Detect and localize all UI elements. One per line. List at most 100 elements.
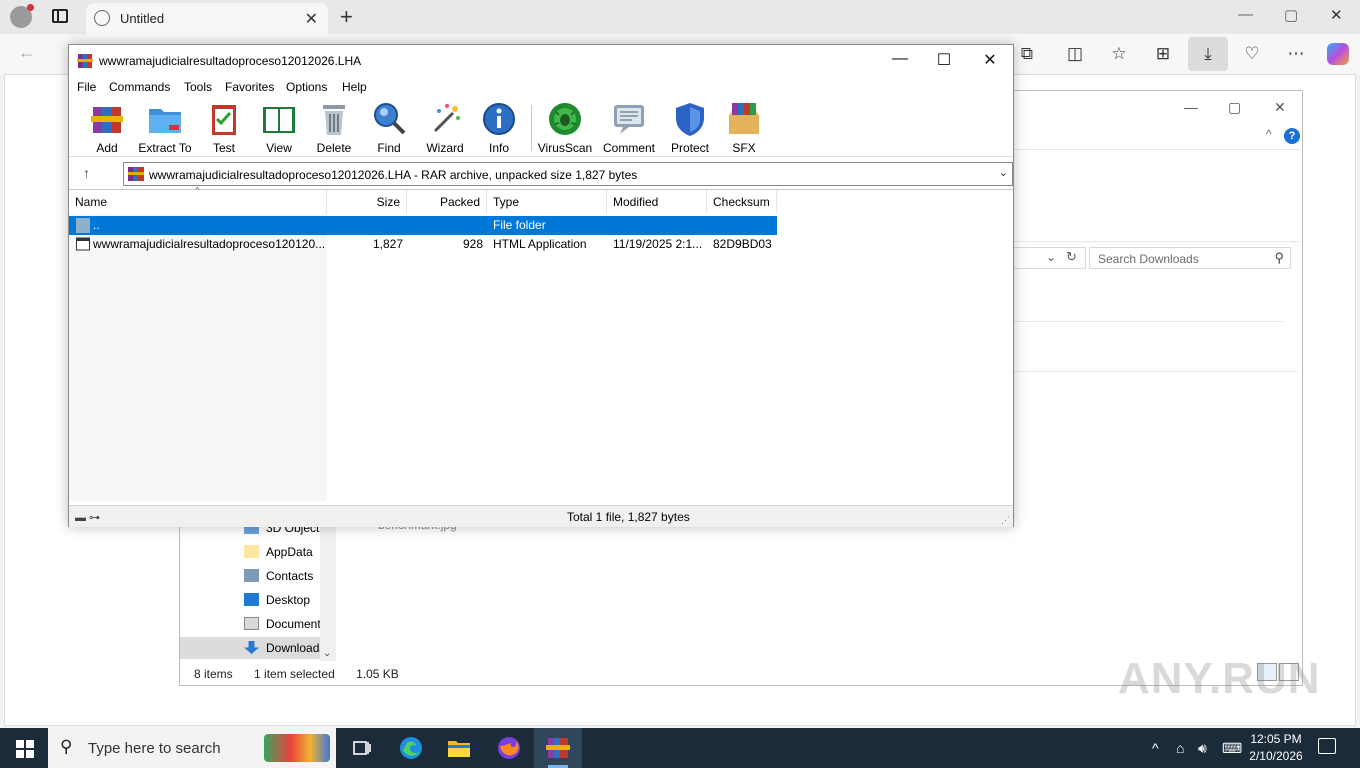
table-row[interactable]: wwwramajudicialresultadoproceso120120...…: [69, 235, 777, 254]
documents-icon: [244, 617, 259, 630]
virusscan-button[interactable]: VirusScan: [535, 101, 595, 155]
column-header-type[interactable]: Type: [487, 190, 607, 214]
explorer-minimize-button[interactable]: —: [1184, 99, 1198, 115]
nav-item-downloads[interactable]: Downloads: [180, 637, 320, 659]
taskbar-file-explorer[interactable]: [435, 728, 483, 768]
extensions-icon[interactable]: ⧉: [1016, 44, 1038, 64]
drive-icon[interactable]: ▬ ⊶: [75, 511, 100, 524]
column-header-packed[interactable]: Packed: [407, 190, 487, 214]
archive-path-combo[interactable]: wwwramajudicialresultadoproceso12012026.…: [123, 162, 1013, 186]
network-icon[interactable]: ⌂: [1176, 740, 1184, 756]
search-highlight-icon: [264, 734, 330, 762]
menu-options[interactable]: Options: [286, 80, 327, 94]
cell-size: 1,827: [372, 237, 403, 251]
add-button[interactable]: Add: [77, 101, 137, 155]
nav-item-documents[interactable]: Documents: [244, 613, 322, 635]
delete-button[interactable]: Delete: [304, 101, 364, 155]
tab-close-button[interactable]: ✕: [305, 9, 318, 29]
sfx-box-icon: [729, 103, 759, 134]
address-bar[interactable]: ⌄ ↻: [1014, 247, 1086, 269]
toolbar-separator: [531, 105, 532, 151]
magic-wand-icon: [433, 104, 460, 133]
profile-avatar[interactable]: [10, 4, 34, 28]
test-button[interactable]: Test: [194, 101, 254, 155]
selection-size: 1.05 KB: [356, 667, 399, 681]
search-icon: ⚲: [1274, 250, 1284, 265]
search-input[interactable]: Search Downloads ⚲: [1089, 247, 1291, 269]
tab-actions-icon[interactable]: [52, 9, 68, 23]
taskbar-search[interactable]: ⚲ Type here to search: [48, 728, 336, 768]
browser-maximize-button[interactable]: ▢: [1284, 6, 1298, 24]
browser-minimize-button[interactable]: —: [1238, 6, 1253, 23]
winrar-maximize-button[interactable]: ☐: [921, 50, 967, 70]
column-header-size[interactable]: Size: [327, 190, 407, 214]
nav-item-contacts[interactable]: Contacts: [244, 565, 322, 587]
globe-icon: [94, 10, 110, 26]
table-row[interactable]: .. File folder: [69, 216, 777, 235]
column-header-checksum[interactable]: Checksum: [707, 190, 777, 214]
view-button[interactable]: View: [249, 101, 309, 155]
folder-icon: [448, 741, 470, 757]
watermark-logo: ANY.RUN: [1118, 654, 1321, 703]
up-arrow-icon[interactable]: ↑: [83, 165, 90, 181]
downloads-icon[interactable]: ⤓: [1197, 44, 1219, 64]
nav-item-desktop[interactable]: Desktop: [244, 589, 322, 611]
scroll-down-icon[interactable]: ⌄: [323, 648, 331, 659]
notification-icon[interactable]: [1318, 738, 1336, 754]
back-button[interactable]: ←: [18, 42, 36, 63]
find-button[interactable]: Find: [359, 101, 419, 155]
protect-button[interactable]: Protect: [660, 101, 720, 155]
ribbon-collapse-icon[interactable]: ^: [1266, 127, 1272, 141]
cell-modified: 11/19/2025 2:1...: [613, 237, 703, 251]
task-view-icon: [353, 741, 371, 755]
taskbar-firefox[interactable]: [485, 728, 533, 768]
more-icon[interactable]: ⋯: [1285, 44, 1307, 64]
extract-to-button[interactable]: Extract To: [135, 101, 195, 155]
archive-path-text: wwwramajudicialresultadoproceso12012026.…: [149, 168, 638, 182]
browser-essentials-icon[interactable]: ♡: [1241, 44, 1263, 64]
favorites-icon[interactable]: ☆: [1108, 44, 1130, 64]
sfx-button[interactable]: SFX: [714, 101, 774, 155]
winrar-title-bar[interactable]: wwwramajudicialresultadoproceso12012026.…: [69, 45, 1013, 77]
resize-grip-icon[interactable]: ⋰: [1001, 515, 1010, 526]
desktop-icon: [244, 593, 259, 606]
column-header-modified[interactable]: Modified: [607, 190, 707, 214]
system-clock[interactable]: 12:05 PM 2/10/2026: [1248, 731, 1304, 765]
info-button[interactable]: Info: [469, 101, 529, 155]
refresh-icon[interactable]: ↻: [1066, 249, 1077, 265]
menu-commands[interactable]: Commands: [109, 80, 170, 94]
task-view-button[interactable]: [338, 728, 386, 768]
contacts-icon: [244, 569, 259, 582]
winrar-close-button[interactable]: ✕: [967, 50, 1013, 70]
nav-scrollbar[interactable]: ⌄: [320, 521, 336, 661]
browser-tab[interactable]: Untitled ✕: [86, 3, 328, 34]
input-indicator-icon[interactable]: ⌨: [1222, 740, 1242, 757]
new-tab-button[interactable]: +: [340, 4, 353, 30]
explorer-close-button[interactable]: ✕: [1274, 99, 1286, 116]
winrar-icon: [546, 738, 570, 758]
browser-close-button[interactable]: ✕: [1330, 6, 1343, 24]
column-header-name[interactable]: Name: [69, 190, 327, 214]
chevron-down-icon[interactable]: ⌄: [999, 166, 1008, 179]
copilot-icon[interactable]: [1327, 43, 1349, 65]
collections-icon[interactable]: ⊞: [1152, 44, 1174, 64]
menu-favorites[interactable]: Favorites: [225, 80, 274, 94]
taskbar-winrar[interactable]: [534, 728, 582, 768]
cell-name: wwwramajudicialresultadoproceso120120...: [93, 237, 325, 251]
taskbar-edge[interactable]: [387, 728, 435, 768]
menu-file[interactable]: File: [77, 80, 96, 94]
winrar-minimize-button[interactable]: —: [877, 50, 923, 68]
nav-item-appdata[interactable]: AppData: [244, 541, 322, 563]
edge-icon: [400, 737, 422, 759]
show-hidden-icons[interactable]: ^: [1152, 740, 1159, 756]
explorer-maximize-button[interactable]: ▢: [1228, 99, 1241, 116]
chevron-down-icon[interactable]: ⌄: [1046, 250, 1056, 264]
wizard-button[interactable]: Wizard: [415, 101, 475, 155]
comment-button[interactable]: Comment: [599, 101, 659, 155]
menu-help[interactable]: Help: [342, 80, 367, 94]
menu-tools[interactable]: Tools: [184, 80, 212, 94]
split-screen-icon[interactable]: ◫: [1064, 44, 1086, 64]
volume-icon[interactable]: 🔊︎: [1198, 740, 1207, 757]
start-button[interactable]: [16, 740, 34, 758]
help-icon[interactable]: ?: [1284, 128, 1300, 144]
